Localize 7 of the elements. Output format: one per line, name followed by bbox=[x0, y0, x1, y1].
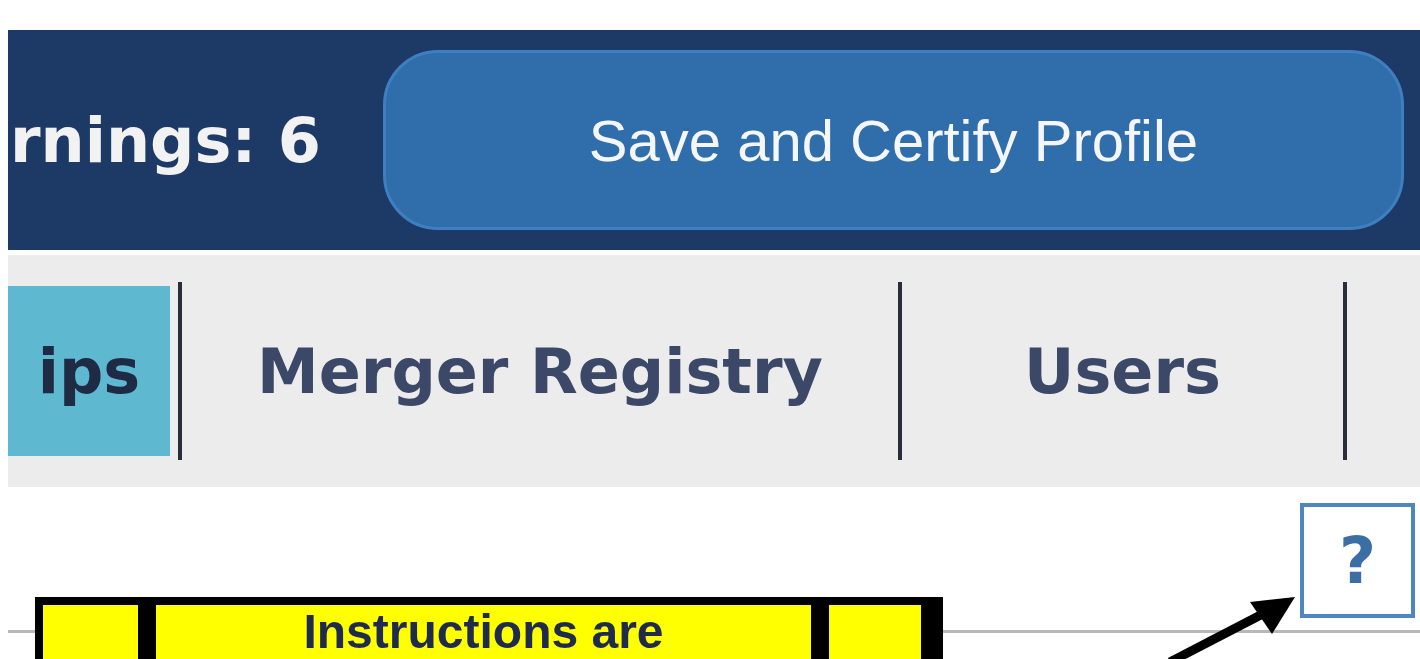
help-button[interactable]: ? bbox=[1300, 503, 1415, 618]
tab[interactable]: ips bbox=[8, 286, 170, 456]
tab[interactable]: Merger Registry bbox=[190, 286, 890, 456]
save-certify-button[interactable]: Save and Certify Profile bbox=[382, 50, 1404, 230]
callout-text: Instructions are bbox=[303, 608, 664, 659]
warnings-count: rnings: 6 bbox=[10, 103, 321, 177]
tab[interactable]: Users bbox=[910, 286, 1335, 456]
